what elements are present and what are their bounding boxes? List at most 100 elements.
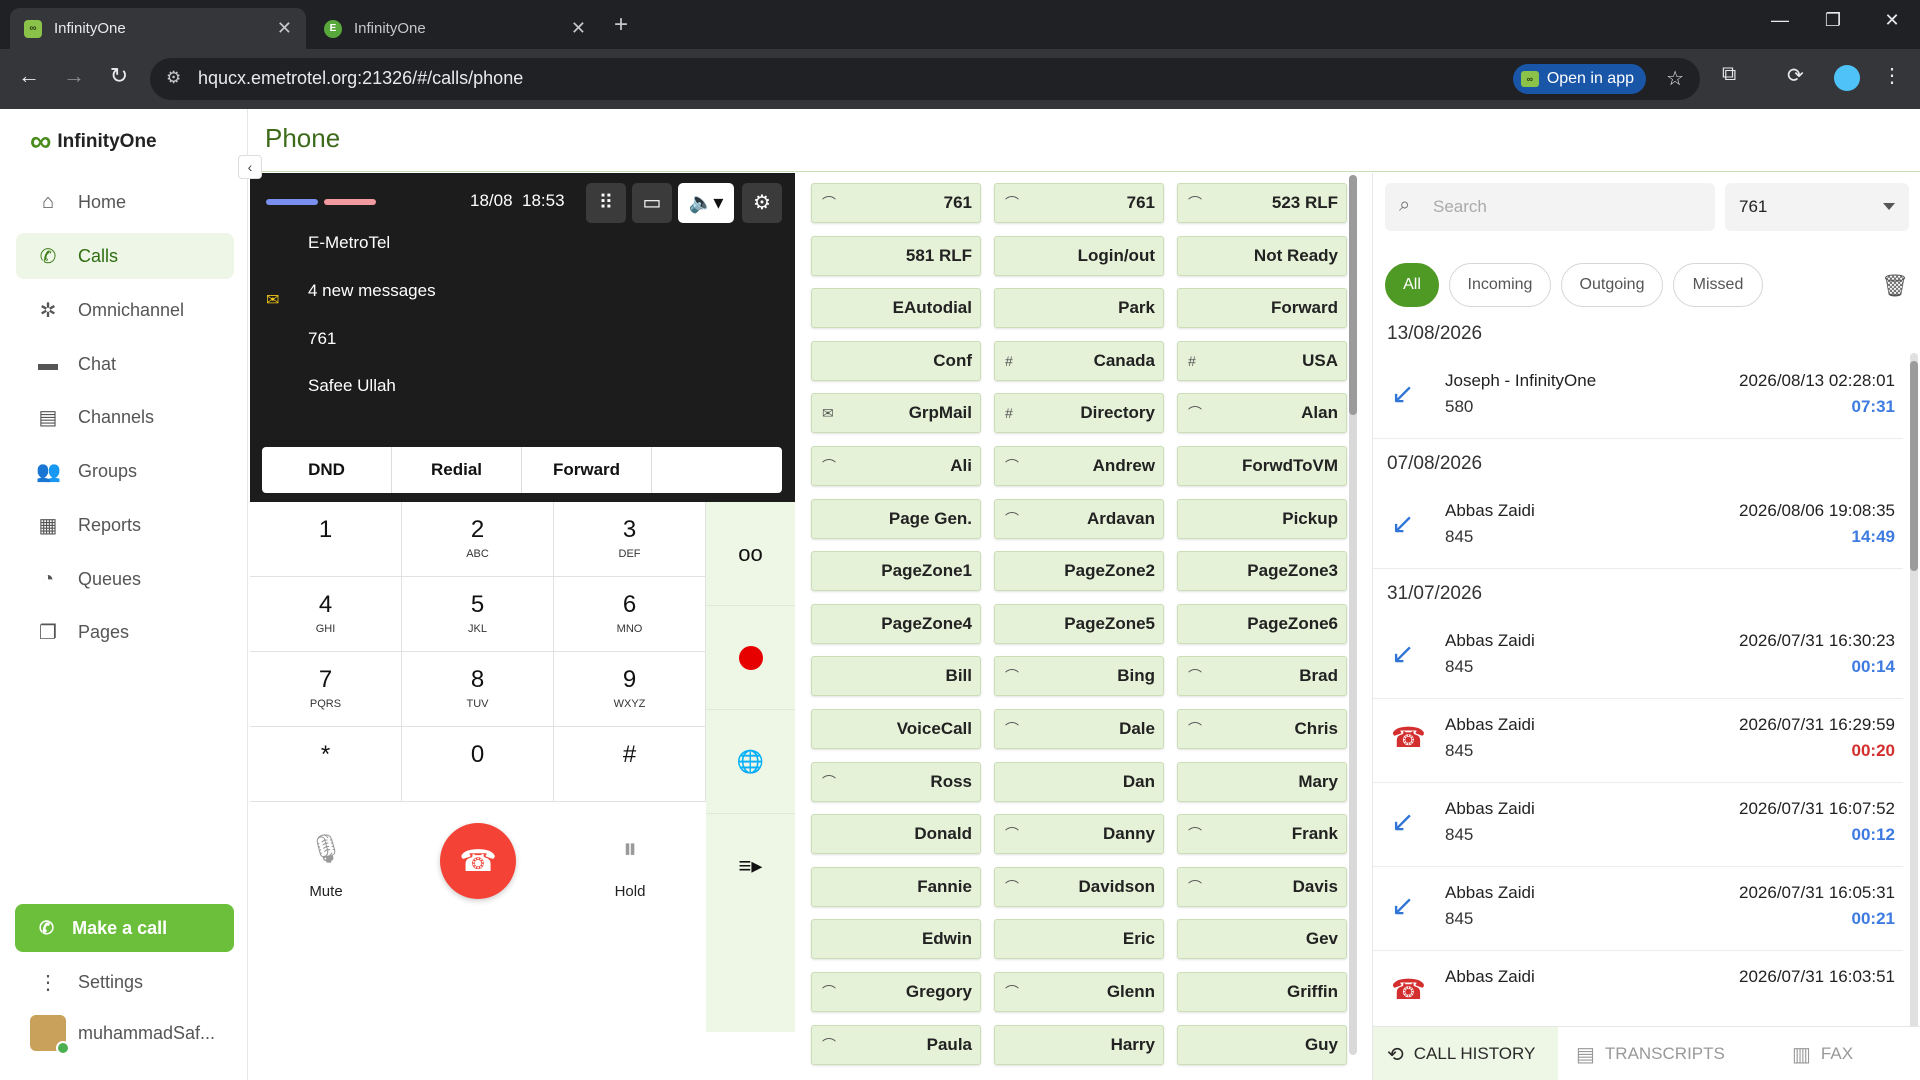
back-icon[interactable]: ← xyxy=(14,63,44,89)
trash-icon[interactable]: 🗑 xyxy=(1881,273,1909,299)
blf-button[interactable]: Park xyxy=(994,288,1164,329)
history-entry[interactable]: ↙ Abbas Zaidi 845 2026/08/06 19:08:35 14:49 xyxy=(1373,485,1903,569)
blf-button[interactable]: ⌒ 523 RLF xyxy=(1177,183,1347,223)
profile-avatar-icon[interactable] xyxy=(1834,65,1860,91)
blf-button[interactable]: ⌒ Glenn xyxy=(994,972,1164,1012)
browser-tab-inactive[interactable]: E InfinityOne ✕ xyxy=(310,8,600,49)
key-hash[interactable]: # xyxy=(554,727,706,802)
sidebar-item-chat[interactable]: ▬ Chat xyxy=(16,341,234,387)
blf-scrollbar-thumb[interactable] xyxy=(1349,175,1357,415)
blf-button[interactable]: Fannie xyxy=(811,866,981,907)
blf-button[interactable]: PageZone2 xyxy=(994,551,1164,592)
open-in-app-button[interactable]: ∞ Open in app xyxy=(1512,64,1646,94)
sidebar-item-calls[interactable]: ✆ Calls xyxy=(16,233,234,279)
collapse-sidebar-chevron-icon[interactable]: ‹ xyxy=(238,155,262,179)
history-entry[interactable]: ↙ Abbas Zaidi 845 2026/07/31 16:30:23 00:14 xyxy=(1373,615,1903,699)
close-tab-icon[interactable]: ✕ xyxy=(571,18,586,39)
filter-missed[interactable]: Missed xyxy=(1673,263,1763,307)
filter-outgoing[interactable]: Outgoing xyxy=(1561,263,1663,307)
blf-button[interactable]: ⌒ Ali xyxy=(811,446,981,486)
blf-button[interactable]: ⌒ Chris xyxy=(1177,709,1347,749)
messages-count[interactable]: 4 new messages xyxy=(308,281,436,301)
speaker-volume-icon[interactable]: 🔈▾ xyxy=(678,183,734,223)
extensions-icon[interactable]: ⧉ xyxy=(1722,63,1736,86)
key-8[interactable]: 8 TUV xyxy=(402,652,554,727)
reload-icon[interactable]: ↻ xyxy=(104,63,134,89)
brand-logo[interactable]: ∞ InfinityOne xyxy=(30,127,157,157)
sidebar-item-queues[interactable]: ◔ Queues xyxy=(16,556,234,602)
blf-button[interactable]: ⌒ 761 xyxy=(811,183,981,223)
key-6[interactable]: 6 MNO xyxy=(554,577,706,652)
extension-select[interactable]: 761 xyxy=(1725,183,1909,231)
blf-button[interactable]: ⌒ 761 xyxy=(994,183,1164,223)
minimize-icon[interactable]: — xyxy=(1760,10,1800,31)
hold-button[interactable]: ⏸ Hold xyxy=(554,829,706,900)
blf-button[interactable]: ⌒ Dale xyxy=(994,709,1164,749)
key-9[interactable]: 9 WXYZ xyxy=(554,652,706,727)
history-scrollbar-thumb[interactable] xyxy=(1910,361,1918,571)
blf-button[interactable]: ⌒ Ardavan xyxy=(994,498,1164,539)
globe-icon[interactable]: 🌐 xyxy=(706,710,795,814)
blf-button[interactable]: Page Gen. xyxy=(811,498,981,539)
history-entry[interactable]: ↙ Abbas Zaidi 845 2026/07/31 16:05:31 00:21 xyxy=(1373,867,1903,951)
blf-button[interactable]: ⌒ Davis xyxy=(1177,866,1347,907)
blf-button[interactable]: Griffin xyxy=(1177,972,1347,1012)
blf-button[interactable]: ⌒ Paula xyxy=(811,1024,981,1065)
sidebar-item-home[interactable]: ⌂ Home xyxy=(16,179,234,225)
gear-icon[interactable]: ⚙ xyxy=(742,183,782,223)
history-entry[interactable]: ☎ Abbas Zaidi 2026/07/31 16:03:51 xyxy=(1373,951,1903,1003)
key-3[interactable]: 3 DEF xyxy=(554,502,706,577)
sidebar-item-channels[interactable]: ▤ Channels xyxy=(16,394,234,440)
bookmark-star-icon[interactable]: ☆ xyxy=(1666,66,1684,91)
forward-button[interactable]: Forward xyxy=(522,447,652,493)
filter-all[interactable]: All xyxy=(1385,263,1439,307)
empty-softkey[interactable] xyxy=(652,447,782,493)
blf-button[interactable]: # Canada xyxy=(994,340,1164,381)
blf-button[interactable]: ⌒ Danny xyxy=(994,814,1164,855)
redial-button[interactable]: Redial xyxy=(392,447,522,493)
tab-fax[interactable]: ▥ FAX xyxy=(1778,1027,1920,1080)
blf-button[interactable]: Dan xyxy=(994,761,1164,802)
mute-button[interactable]: 🎙 Mute xyxy=(250,829,402,900)
search-input[interactable] xyxy=(1433,193,1703,221)
blf-button[interactable]: ✉ GrpMail xyxy=(811,393,981,434)
blf-button[interactable]: Harry xyxy=(994,1024,1164,1065)
blf-button[interactable]: ⌒ Gregory xyxy=(811,972,981,1012)
filter-incoming[interactable]: Incoming xyxy=(1449,263,1551,307)
blf-button[interactable]: Bill xyxy=(811,656,981,697)
blf-button[interactable]: Not Ready xyxy=(1177,235,1347,276)
blf-button[interactable]: # Directory xyxy=(994,393,1164,434)
key-5[interactable]: 5 JKL xyxy=(402,577,554,652)
make-a-call-button[interactable]: ✆ Make a call xyxy=(15,904,234,952)
key-star[interactable]: * xyxy=(250,727,402,802)
voicemail-icon[interactable]: oo xyxy=(706,502,795,606)
omnibox[interactable]: ⚙ hqucx.emetrotel.org:21326/#/calls/phon… xyxy=(150,58,1700,100)
blf-button[interactable]: Guy xyxy=(1177,1024,1347,1065)
key-4[interactable]: 4 GHI xyxy=(250,577,402,652)
blf-button[interactable]: PageZone6 xyxy=(1177,603,1347,644)
close-window-icon[interactable]: ✕ xyxy=(1872,10,1912,31)
blf-button[interactable]: ⌒ Alan xyxy=(1177,393,1347,434)
line-indicator-1[interactable] xyxy=(266,199,318,205)
sidebar-item-settings[interactable]: ⋮ Settings xyxy=(16,959,234,1005)
url-text[interactable]: hqucx.emetrotel.org:21326/#/calls/phone xyxy=(198,68,523,89)
blf-button[interactable]: Conf xyxy=(811,340,981,381)
tab-call-history[interactable]: ⟲ CALL HISTORY xyxy=(1373,1027,1558,1080)
performance-icon[interactable]: ⟳ xyxy=(1787,63,1804,88)
browser-menu-icon[interactable]: ⋮ xyxy=(1882,63,1902,88)
new-tab-icon[interactable]: + xyxy=(614,11,628,39)
blf-button[interactable]: ⌒ Davidson xyxy=(994,866,1164,907)
hangup-button[interactable]: ☎ xyxy=(440,823,516,899)
blf-button[interactable]: ⌒ Frank xyxy=(1177,814,1347,855)
sidebar-item-omnichannel[interactable]: ✲ Omnichannel xyxy=(16,287,234,333)
key-2[interactable]: 2 ABC xyxy=(402,502,554,577)
blf-button[interactable]: ⌒ Andrew xyxy=(994,446,1164,486)
history-entry[interactable]: ↙ Abbas Zaidi 845 2026/07/31 16:07:52 00:12 xyxy=(1373,783,1903,867)
close-tab-icon[interactable]: ✕ xyxy=(277,18,292,39)
blf-button[interactable]: Forward xyxy=(1177,288,1347,329)
sidebar-item-reports[interactable]: ▦ Reports xyxy=(16,502,234,548)
history-scrollbar[interactable] xyxy=(1910,353,1918,1043)
key-7[interactable]: 7 PQRS xyxy=(250,652,402,727)
browser-tab-active[interactable]: ∞ InfinityOne ✕ xyxy=(10,8,306,49)
restore-icon[interactable]: ❐ xyxy=(1813,10,1853,31)
